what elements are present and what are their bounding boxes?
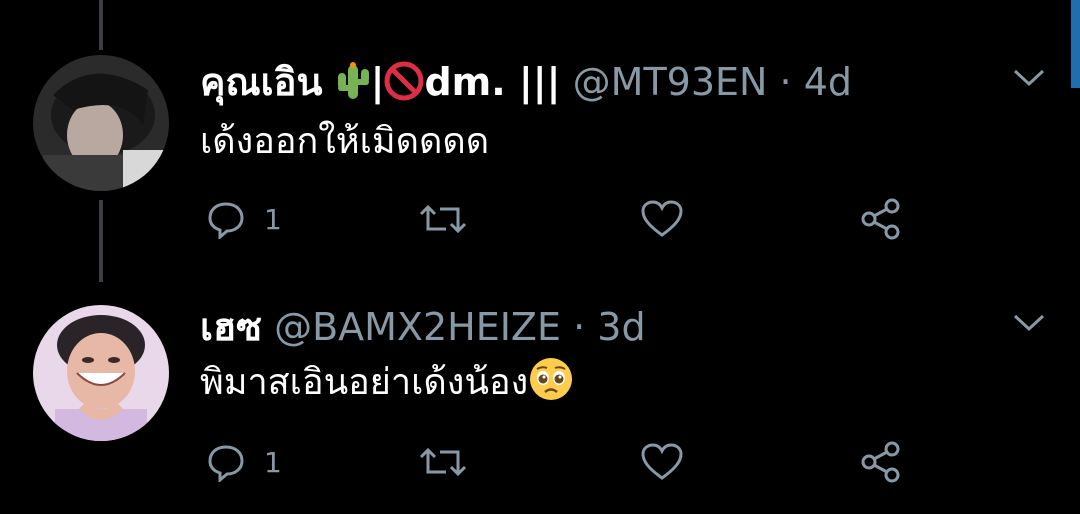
retweet-icon [418,199,468,239]
chevron-down-icon[interactable] [1012,67,1046,89]
no-entry-icon [384,61,424,115]
tweet-actions: 1 [200,197,920,241]
reply-count: 1 [264,202,282,236]
reply-button[interactable]: 1 [206,197,282,241]
chevron-down-icon[interactable] [1012,312,1046,334]
timestamp[interactable]: 3d [597,305,645,349]
separator-dot: · [573,305,586,349]
tweet-item[interactable]: เฮซ @BAMX2HEIZE · 3d พิมาสเอินอย่าเด้งน้… [0,300,1080,500]
reply-count: 1 [264,445,282,479]
heart-icon [640,199,684,239]
share-button[interactable] [860,440,902,484]
name-suffix: dm. ||| [424,60,561,104]
display-name[interactable]: เฮซ [200,305,262,349]
display-name[interactable]: คุณเอิน [200,60,322,104]
tweet-text: พิมาสเอินอย่าเด้งน้อง [200,362,529,403]
like-button[interactable] [640,440,684,484]
tweet-text: เด้งออกให้เมิดดดด [200,121,490,162]
share-icon [860,198,902,240]
reply-icon [206,442,246,482]
retweet-icon [418,442,468,482]
tweet-header: เฮซ @BAMX2HEIZE · 3d [200,300,646,354]
tweet-actions: 1 [200,440,920,484]
heart-icon [640,442,684,482]
reply-button[interactable]: 1 [206,440,282,484]
timestamp[interactable]: 4d [804,60,852,104]
avatar[interactable] [33,305,169,441]
avatar[interactable] [33,55,169,191]
share-button[interactable] [860,197,902,241]
retweet-button[interactable] [418,197,468,241]
user-handle[interactable]: @MT93EN [573,60,768,104]
pleading-face-icon [528,356,574,418]
name-separator: | [370,60,385,104]
tweet-item[interactable]: คุณเอิน | dm. ||| @MT93EN · 4d เด้งออกให… [0,55,1080,255]
cactus-icon [335,61,371,115]
thread-line-top [99,0,103,50]
retweet-button[interactable] [418,440,468,484]
user-handle[interactable]: @BAMX2HEIZE [274,305,561,349]
separator-dot: · [779,60,792,104]
avatar-image [33,55,169,191]
share-icon [860,441,902,483]
like-button[interactable] [640,197,684,241]
reply-icon [206,199,246,239]
avatar-image [33,305,169,441]
tweet-header: คุณเอิน | dm. ||| @MT93EN · 4d [200,55,852,115]
tweet-text-row: พิมาสเอินอย่าเด้งน้อง [200,356,574,418]
